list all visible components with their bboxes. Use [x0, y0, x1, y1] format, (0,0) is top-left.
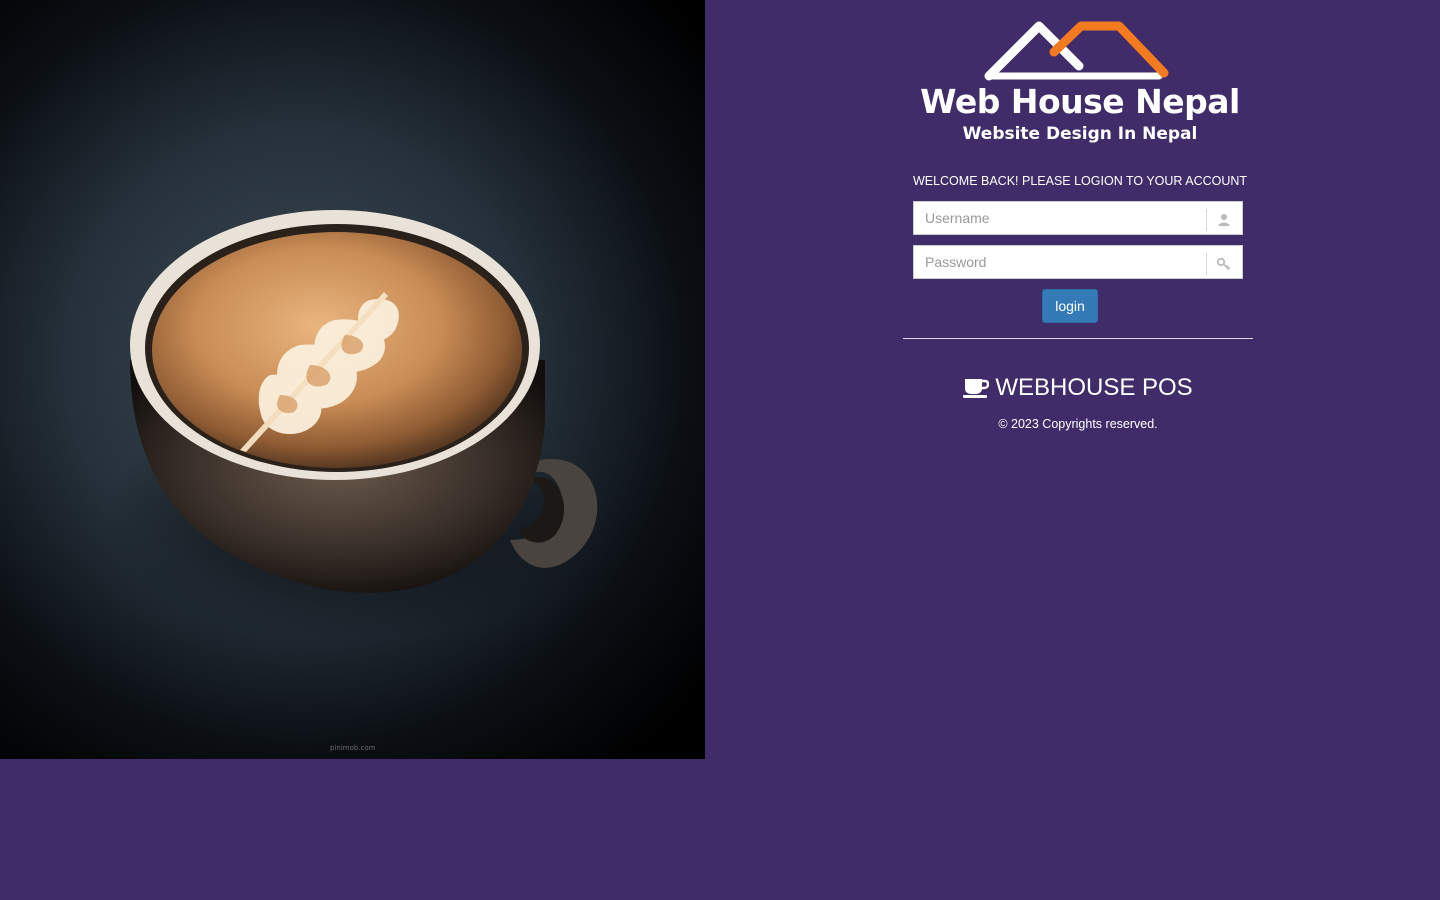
app-title: WEBHOUSE POS — [903, 374, 1253, 405]
password-input[interactable] — [914, 246, 1206, 278]
coffee-cup-icon — [963, 376, 990, 405]
coffee-photo: pinimob.com — [0, 0, 705, 759]
brand-name: Web House Nepal — [920, 82, 1240, 121]
app-name: WEBHOUSE POS — [995, 374, 1193, 401]
roof-logo-icon — [984, 21, 1169, 81]
password-field — [913, 245, 1243, 279]
welcome-message: WELCOME BACK! PLEASE LOGION TO YOUR ACCO… — [912, 174, 1248, 188]
login-button[interactable]: login — [1042, 289, 1098, 323]
input-divider — [1206, 253, 1207, 275]
login-page: pinimob.com Web House Nepal Website Desi… — [0, 0, 1440, 900]
input-divider — [1206, 209, 1207, 231]
user-icon — [1215, 210, 1233, 228]
divider — [903, 338, 1253, 339]
username-field — [913, 201, 1243, 235]
brand-tagline: Website Design In Nepal — [962, 124, 1198, 144]
key-icon — [1215, 254, 1233, 272]
username-input[interactable] — [914, 202, 1206, 234]
copyright-text: © 2023 Copyrights reserved. — [998, 417, 1158, 431]
photo-credit: pinimob.com — [330, 744, 376, 752]
web-house-nepal-logo: Web House Nepal Website Design In Nepal — [919, 18, 1241, 148]
